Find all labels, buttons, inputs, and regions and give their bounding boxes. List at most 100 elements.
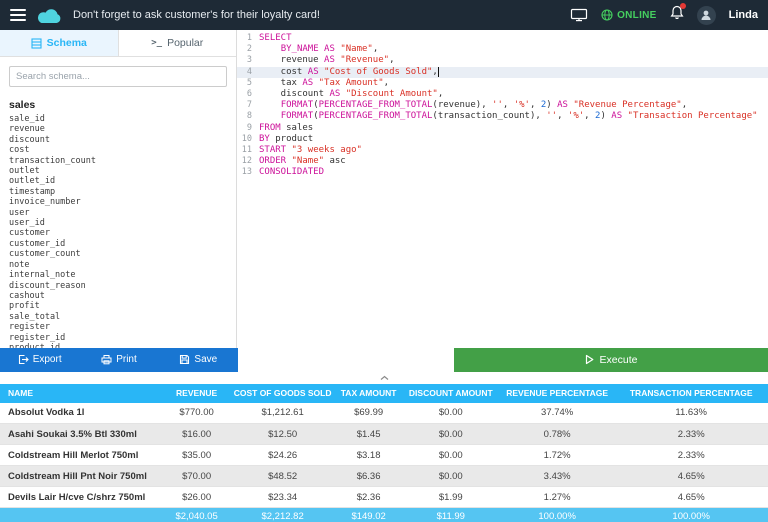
table-row[interactable]: Asahi Soukai 3.5% Btl 330ml$16.00$12.50$… <box>0 424 768 445</box>
line-number: 5 <box>237 78 259 89</box>
code-text: SELECT <box>259 33 292 44</box>
results-table: NAMEREVENUECOST OF GOODS SOLDTAX AMOUNTD… <box>0 384 768 522</box>
column-header[interactable]: NAME <box>0 384 164 403</box>
code-text: FROM sales <box>259 123 313 134</box>
text-cursor <box>438 67 439 77</box>
table-cell: Devils Lair H/cve C/shrz 750ml <box>0 487 164 508</box>
column-header[interactable]: REVENUE <box>164 384 230 403</box>
schema-field[interactable]: profit <box>9 301 236 311</box>
save-button[interactable]: Save <box>159 348 238 372</box>
schema-field[interactable]: transaction_count <box>9 156 236 166</box>
schema-field[interactable]: sale_id <box>9 114 236 124</box>
notifications-button[interactable] <box>670 5 684 25</box>
schema-field[interactable]: note <box>9 260 236 270</box>
code-line: 13CONSOLIDATED <box>237 167 768 178</box>
column-header[interactable]: COST OF GOODS SOLD <box>230 384 336 403</box>
table-cell: $3.18 <box>336 445 402 466</box>
code-line: 11START "3 weeks ago" <box>237 145 768 156</box>
topbar: Don't forget to ask customer's for their… <box>0 0 768 30</box>
results-panel: NAMEREVENUECOST OF GOODS SOLDTAX AMOUNTD… <box>0 384 768 522</box>
tab-popular[interactable]: >_ Popular <box>119 30 237 56</box>
table-cell: $770.00 <box>164 403 230 424</box>
online-label: ONLINE <box>617 10 657 21</box>
schema-field[interactable]: cost <box>9 145 236 155</box>
code-line: 4 cost AS "Cost of Goods Sold", <box>237 67 768 78</box>
search-schema-input[interactable] <box>9 66 227 87</box>
column-header[interactable]: TAX AMOUNT <box>336 384 402 403</box>
execute-label: Execute <box>600 354 638 366</box>
menu-icon[interactable] <box>10 9 26 21</box>
schema-field[interactable]: discount <box>9 135 236 145</box>
code-text: tax AS "Tax Amount", <box>259 78 389 89</box>
table-cell: $26.00 <box>164 487 230 508</box>
code-line: 12ORDER "Name" asc <box>237 156 768 167</box>
schema-field[interactable]: outlet_id <box>9 176 236 186</box>
code-text: revenue AS "Revenue", <box>259 55 395 66</box>
code-text: START "3 weeks ago" <box>259 145 362 156</box>
collapse-results-button[interactable] <box>0 372 768 384</box>
export-button[interactable]: Export <box>0 348 79 372</box>
announcement-text: Don't forget to ask customer's for their… <box>73 9 320 21</box>
schema-field[interactable]: register <box>9 322 236 332</box>
table-cell: $12.50 <box>230 424 336 445</box>
user-avatar[interactable] <box>697 6 716 25</box>
schema-field[interactable]: discount_reason <box>9 281 236 291</box>
schema-field[interactable]: cashout <box>9 291 236 301</box>
column-header[interactable]: DISCOUNT AMOUNT <box>402 384 500 403</box>
table-cell: 2.33% <box>614 424 768 445</box>
schema-table-name: sales <box>9 99 227 111</box>
line-number: 1 <box>237 33 259 44</box>
code-line: 10BY product <box>237 134 768 145</box>
schema-field[interactable]: sale_total <box>9 312 236 322</box>
schema-field[interactable]: user_id <box>9 218 236 228</box>
column-header[interactable]: TRANSACTION PERCENTAGE <box>614 384 768 403</box>
table-cell: $0.00 <box>402 466 500 487</box>
schema-field[interactable]: timestamp <box>9 187 236 197</box>
results-header-row: NAMEREVENUECOST OF GOODS SOLDTAX AMOUNTD… <box>0 384 768 403</box>
sidebar-tabs: Schema >_ Popular <box>0 30 236 57</box>
table-cell: 0.78% <box>500 424 614 445</box>
schema-field[interactable]: register_id <box>9 333 236 343</box>
schema-field[interactable]: outlet <box>9 166 236 176</box>
table-row[interactable]: Devils Lair H/cve C/shrz 750ml$26.00$23.… <box>0 487 768 508</box>
code-text: BY product <box>259 134 313 145</box>
execute-button[interactable]: Execute <box>454 348 768 372</box>
schema-field[interactable]: internal_note <box>9 270 236 280</box>
table-cell: Absolut Vodka 1l <box>0 403 164 424</box>
table-row[interactable]: Coldstream Hill Pnt Noir 750ml$70.00$48.… <box>0 466 768 487</box>
globe-icon <box>601 9 613 21</box>
table-cell: $1.45 <box>336 424 402 445</box>
toolbar-actions: Export Print Save <box>0 348 238 372</box>
terminal-icon: >_ <box>151 38 162 48</box>
line-number: 7 <box>237 100 259 111</box>
table-row[interactable]: Coldstream Hill Merlot 750ml$35.00$24.26… <box>0 445 768 466</box>
line-number: 2 <box>237 44 259 55</box>
schema-field[interactable]: revenue <box>9 124 236 134</box>
schema-field[interactable]: customer <box>9 228 236 238</box>
table-cell: 37.74% <box>500 403 614 424</box>
tab-schema-label: Schema <box>47 37 87 49</box>
user-name[interactable]: Linda <box>729 9 758 21</box>
table-row[interactable]: Absolut Vodka 1l$770.00$1,212.61$69.99$0… <box>0 403 768 424</box>
display-icon[interactable] <box>570 8 588 22</box>
totals-cell: 100.00% <box>614 508 768 522</box>
schema-field[interactable]: invoice_number <box>9 197 236 207</box>
table-schema-icon <box>31 38 42 49</box>
schema-field[interactable]: user <box>9 208 236 218</box>
sql-editor[interactable]: 1SELECT2 BY_NAME AS "Name",3 revenue AS … <box>237 30 768 348</box>
schema-field[interactable]: customer_id <box>9 239 236 249</box>
table-cell: $70.00 <box>164 466 230 487</box>
save-icon <box>179 354 190 365</box>
cloud-logo-icon <box>36 7 63 24</box>
print-button[interactable]: Print <box>79 348 158 372</box>
export-label: Export <box>33 354 62 365</box>
table-cell: $0.00 <box>402 445 500 466</box>
main-area: Schema >_ Popular sales sale_idrevenuedi… <box>0 30 768 348</box>
code-line: 3 revenue AS "Revenue", <box>237 55 768 66</box>
tab-schema[interactable]: Schema <box>0 30 119 56</box>
column-header[interactable]: REVENUE PERCENTAGE <box>500 384 614 403</box>
table-cell: $1.99 <box>402 487 500 508</box>
code-text: FORMAT(PERCENTAGE_FROM_TOTAL(transaction… <box>259 111 758 122</box>
schema-field[interactable]: customer_count <box>9 249 236 259</box>
code-line: 1SELECT <box>237 33 768 44</box>
